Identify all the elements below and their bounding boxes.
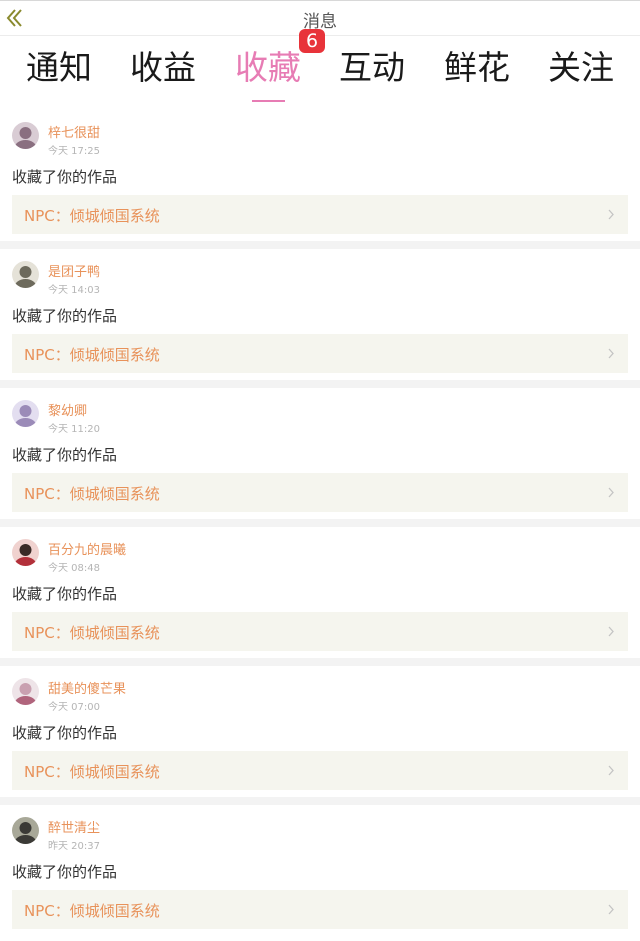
tab-notifications[interactable]: 通知 xyxy=(7,48,111,88)
timestamp: 今天 11:20 xyxy=(48,424,100,435)
work-link[interactable]: NPC：倾城倾国系统 xyxy=(12,195,628,234)
work-link[interactable]: NPC：倾城倾国系统 xyxy=(12,612,628,651)
work-link[interactable]: NPC：倾城倾国系统 xyxy=(12,751,628,790)
chevron-right-icon xyxy=(608,765,614,776)
work-title: NPC：倾城倾国系统 xyxy=(24,624,160,642)
work-title: NPC：倾城倾国系统 xyxy=(24,485,160,503)
tab-flowers[interactable]: 鲜花 xyxy=(425,48,529,88)
action-text: 收藏了你的作品 xyxy=(12,446,118,464)
action-text: 收藏了你的作品 xyxy=(12,307,118,325)
avatar[interactable] xyxy=(12,678,39,705)
message-card: 醉世清尘 昨天 20:37 收藏了你的作品 NPC：倾城倾国系统 xyxy=(0,805,640,941)
username[interactable]: 百分九的晨曦 xyxy=(48,539,126,558)
username[interactable]: 甜美的傻芒果 xyxy=(48,678,126,697)
chevron-right-icon xyxy=(608,904,614,915)
timestamp: 今天 07:00 xyxy=(48,702,100,713)
tab-following[interactable]: 关注 xyxy=(529,48,633,88)
timestamp: 昨天 20:37 xyxy=(48,841,100,852)
username[interactable]: 是团子鸭 xyxy=(48,261,100,280)
action-text: 收藏了你的作品 xyxy=(12,863,118,881)
message-card: 是团子鸭 今天 14:03 收藏了你的作品 NPC：倾城倾国系统 xyxy=(0,249,640,388)
message-card: 甜美的傻芒果 今天 07:00 收藏了你的作品 NPC：倾城倾国系统 xyxy=(0,666,640,805)
chevron-right-icon xyxy=(608,348,614,359)
tab-earnings[interactable]: 收益 xyxy=(111,48,215,88)
work-title: NPC：倾城倾国系统 xyxy=(24,346,160,364)
username[interactable]: 醉世清尘 xyxy=(48,817,100,836)
message-list: 梓七很甜 今天 17:25 收藏了你的作品 NPC：倾城倾国系统 是团子鸭 今天… xyxy=(0,110,640,941)
timestamp: 今天 08:48 xyxy=(48,563,100,574)
tab-favorites[interactable]: 收藏 xyxy=(216,48,320,88)
timestamp: 今天 17:25 xyxy=(48,146,100,157)
username[interactable]: 黎幼卿 xyxy=(48,400,87,419)
avatar[interactable] xyxy=(12,539,39,566)
action-text: 收藏了你的作品 xyxy=(12,585,118,603)
avatar[interactable] xyxy=(12,817,39,844)
chevron-right-icon xyxy=(608,487,614,498)
tab-interactions[interactable]: 互动 xyxy=(320,48,424,88)
action-text: 收藏了你的作品 xyxy=(12,168,118,186)
message-card: 百分九的晨曦 今天 08:48 收藏了你的作品 NPC：倾城倾国系统 xyxy=(0,527,640,666)
work-link[interactable]: NPC：倾城倾国系统 xyxy=(12,890,628,929)
work-link[interactable]: NPC：倾城倾国系统 xyxy=(12,473,628,512)
active-tab-indicator xyxy=(252,100,285,102)
unread-badge: 6 xyxy=(299,29,325,53)
avatar[interactable] xyxy=(12,400,39,427)
work-title: NPC：倾城倾国系统 xyxy=(24,763,160,781)
avatar[interactable] xyxy=(12,261,39,288)
message-card: 梓七很甜 今天 17:25 收藏了你的作品 NPC：倾城倾国系统 xyxy=(0,110,640,249)
work-link[interactable]: NPC：倾城倾国系统 xyxy=(12,334,628,373)
action-text: 收藏了你的作品 xyxy=(12,724,118,742)
username[interactable]: 梓七很甜 xyxy=(48,122,100,141)
message-card: 黎幼卿 今天 11:20 收藏了你的作品 NPC：倾城倾国系统 xyxy=(0,388,640,527)
work-title: NPC：倾城倾国系统 xyxy=(24,902,160,920)
work-title: NPC：倾城倾国系统 xyxy=(24,207,160,225)
chevron-right-icon xyxy=(608,626,614,637)
avatar[interactable] xyxy=(12,122,39,149)
chevron-right-icon xyxy=(608,209,614,220)
timestamp: 今天 14:03 xyxy=(48,285,100,296)
